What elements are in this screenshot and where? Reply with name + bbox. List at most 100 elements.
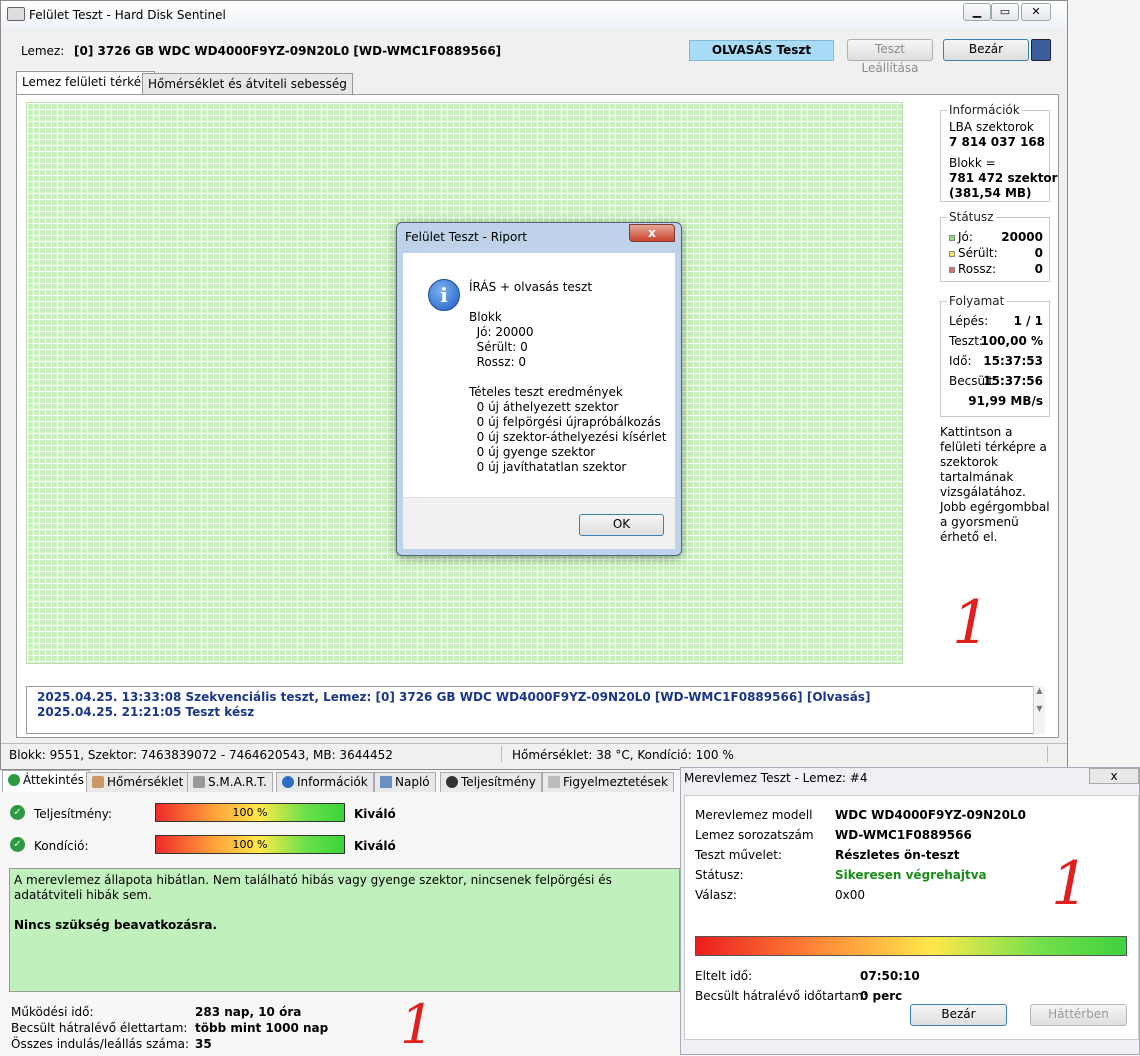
dialog-close-button[interactable]: x [629, 224, 675, 242]
test-operation-value: Részletes ön-teszt [835, 848, 960, 862]
model-value: WDC WD4000F9YZ-09N20L0 [835, 808, 1026, 822]
performance-status: Kiváló [354, 807, 396, 821]
progress-estimate-value: 15:37:56 [983, 374, 1043, 388]
information-icon: i [428, 279, 460, 311]
tab-information[interactable]: Információk [276, 772, 374, 792]
status-damaged-label: Sérült: [949, 246, 998, 260]
thermometer-icon [92, 776, 104, 788]
tab-performance[interactable]: Teljesítmény [440, 772, 542, 792]
serial-value: WD-WMC1F0889566 [835, 828, 972, 842]
status-bar-temperature: Hőmérséklet: 38 °C, Kondíció: 100 % [512, 748, 734, 762]
log-box: 2025.04.25. 13:33:08 Szekvenciális teszt… [26, 686, 1045, 734]
overview-panel: Áttekintés Hőmérséklet S.M.A.R.T. Inform… [0, 770, 680, 1055]
remaining-value: 0 perc [860, 989, 903, 1003]
progress-test-value: 100,00 % [980, 334, 1043, 348]
read-test-indicator: OLVASÁS Teszt [689, 40, 834, 61]
progress-time-value: 15:37:53 [983, 354, 1043, 368]
remaining-lifetime-label: Becsült hátralévő élettartam: [11, 1021, 188, 1035]
red-annotation-mark: 1 [952, 588, 991, 658]
red-annotation-mark: 1 [400, 993, 435, 1056]
good-swatch-icon [949, 234, 955, 241]
window-title: Felület Teszt - Hard Disk Sentinel [29, 8, 226, 22]
status-good-label: Jó: [949, 230, 973, 244]
tab-log[interactable]: Napló [374, 772, 436, 792]
block-value: 781 472 szektor [949, 171, 1058, 185]
power-on-time-label: Működési idő: [11, 1005, 94, 1019]
hdd-test-close-button[interactable]: x [1089, 768, 1139, 784]
status-damaged-value: 0 [1034, 246, 1043, 260]
red-annotation-mark: 1 [1051, 849, 1090, 919]
check-icon [8, 774, 20, 786]
performance-meter: 100 % [155, 803, 345, 822]
performance-ok-icon: ✓ [10, 805, 25, 820]
condition-status: Kiváló [354, 839, 396, 853]
hdd-close-button[interactable]: Bezár [910, 1004, 1007, 1026]
status-bad-value: 0 [1034, 262, 1043, 276]
dialog-body: i ÍRÁS + olvasás teszt Blokk Jó: 20000 S… [403, 253, 675, 497]
tab-surface-map[interactable]: Lemez felületi térkép [16, 71, 155, 95]
tab-overview[interactable]: Áttekintés [2, 770, 91, 792]
log-line: 2025.04.25. 13:33:08 Szekvenciális teszt… [37, 690, 871, 704]
info-box: Információk LBA szektorok 7 814 037 168 … [940, 103, 1058, 202]
power-on-time-value: 283 nap, 10 óra [195, 1005, 302, 1019]
test-progress-bar [695, 936, 1127, 956]
tab-smart[interactable]: S.M.A.R.T. [187, 772, 273, 792]
hdd-test-title: Merevlemez Teszt - Lemez: #4 [684, 771, 868, 785]
info-icon [282, 776, 294, 788]
background-button[interactable]: Háttérben [1030, 1004, 1127, 1026]
test-status-label: Státusz: [695, 868, 744, 882]
progress-time-label: Idő: [949, 354, 972, 368]
progress-box: Folyamat Lépés: 1 / 1 Teszt: 100,00 % Id… [940, 294, 1050, 417]
disk-value: [0] 3726 GB WDC WD4000F9YZ-09N20L0 [WD-W… [74, 44, 502, 58]
minimize-button[interactable]: ▁ [963, 3, 991, 21]
progress-step-value: 1 / 1 [1013, 314, 1043, 328]
condition-label: Kondíció: [34, 839, 89, 853]
tab-warnings[interactable]: Figyelmeztetések [542, 772, 674, 792]
health-recommendation: Nincs szükség beavatkozásra. [14, 918, 218, 932]
progress-speed: 91,99 MB/s [968, 394, 1043, 408]
damaged-swatch-icon [949, 250, 955, 257]
log-line: 2025.04.25. 21:21:05 Teszt kész [37, 705, 255, 719]
status-box-title: Státusz [947, 210, 996, 224]
serial-label: Lemez sorozatszám [695, 828, 814, 842]
status-good-value: 20000 [1001, 230, 1043, 244]
lba-label: LBA szektorok [949, 120, 1034, 134]
maximize-button[interactable]: ▭ [991, 3, 1019, 21]
condition-ok-icon: ✓ [10, 837, 25, 852]
gauge-icon [446, 776, 458, 788]
model-label: Merevlemez modell [695, 808, 813, 822]
response-value: 0x00 [835, 888, 866, 902]
status-bad-label: Rossz: [949, 262, 996, 276]
close-button[interactable]: Bezár [943, 39, 1029, 61]
log-scrollbar[interactable]: ▲ ▼ [1033, 686, 1045, 734]
test-status-value: Sikeresen végrehajtva [835, 868, 987, 882]
elapsed-label: Eltelt idő: [695, 969, 753, 983]
lba-value: 7 814 037 168 [949, 135, 1046, 149]
test-operation-label: Teszt művelet: [695, 848, 782, 862]
dialog-title: Felület Teszt - Riport [405, 230, 527, 244]
tab-temperature[interactable]: Hőmérséklet [86, 772, 190, 792]
dialog-report-text: ÍRÁS + olvasás teszt Blokk Jó: 20000 Sér… [469, 280, 667, 474]
dialog-footer: OK [403, 497, 675, 549]
save-icon[interactable] [1031, 39, 1051, 61]
progress-box-title: Folyamat [947, 294, 1007, 308]
help-text-rightclick: Jobb egérgombbal a gyorsmenü érhető el. [940, 500, 1050, 544]
performance-label: Teljesítmény: [34, 807, 112, 821]
document-icon [380, 776, 392, 788]
health-message-box: A merevlemez állapota hibátlan. Nem talá… [9, 868, 680, 992]
stop-test-button[interactable]: Teszt Leállítása [847, 39, 933, 75]
health-message: A merevlemez állapota hibátlan. Nem talá… [14, 873, 612, 902]
ok-button[interactable]: OK [579, 514, 664, 536]
remaining-label: Becsült hátralévő időtartam: [695, 989, 867, 1003]
close-window-button[interactable]: ✕ [1021, 3, 1051, 21]
app-icon [7, 7, 25, 21]
block-label: Blokk = [949, 156, 996, 170]
block-mb: (381,54 MB) [949, 186, 1032, 200]
disk-toolbar: Lemez: [0] 3726 GB WDC WD4000F9YZ-09N20L… [1, 35, 1067, 75]
tab-temperature-speed[interactable]: Hőmérséklet és átviteli sebesség [142, 73, 353, 94]
status-bar-block-info: Blokk: 9551, Szektor: 7463839072 - 74646… [9, 748, 393, 762]
elapsed-value: 07:50:10 [860, 969, 920, 983]
progress-test-label: Teszt: [949, 334, 983, 348]
hdd-test-window: Merevlemez Teszt - Lemez: #4 x Merevleme… [680, 767, 1140, 1055]
disk-label: Lemez: [21, 44, 65, 58]
